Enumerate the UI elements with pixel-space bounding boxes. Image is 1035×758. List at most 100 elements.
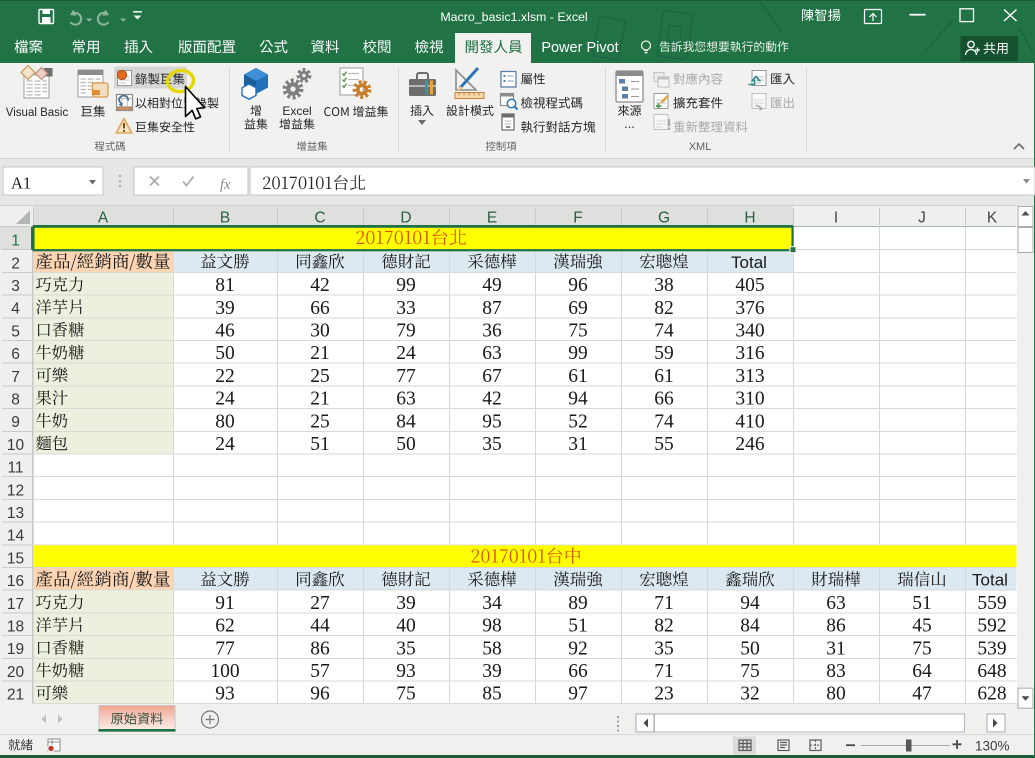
svg-text:64: 64 — [912, 661, 932, 682]
svg-text:19: 19 — [7, 641, 24, 658]
svg-text:51: 51 — [568, 616, 588, 637]
svg-text:95: 95 — [482, 411, 502, 432]
svg-text:23: 23 — [654, 684, 674, 705]
svg-text:36: 36 — [482, 321, 502, 342]
svg-text:42: 42 — [310, 275, 330, 296]
svg-text:22: 22 — [215, 366, 235, 387]
svg-text:82: 82 — [654, 298, 674, 319]
svg-text:93: 93 — [396, 661, 416, 682]
svg-text:405: 405 — [735, 275, 764, 296]
svg-text:85: 85 — [482, 684, 502, 705]
svg-text:XML: XML — [689, 141, 712, 153]
svg-text:Total: Total — [731, 253, 767, 272]
svg-text:246: 246 — [735, 434, 765, 455]
svg-text:G: G — [658, 210, 670, 227]
svg-text:32: 32 — [740, 684, 760, 705]
svg-text:77: 77 — [215, 638, 235, 659]
svg-text:I: I — [834, 210, 838, 227]
svg-text:51: 51 — [912, 593, 932, 614]
svg-text:74: 74 — [654, 321, 674, 342]
svg-text:18: 18 — [7, 619, 24, 636]
svg-text:51: 51 — [310, 434, 330, 455]
svg-text:80: 80 — [826, 684, 846, 705]
svg-text:Excel: Excel — [282, 104, 311, 118]
svg-text:14: 14 — [7, 528, 25, 545]
svg-text:91: 91 — [215, 593, 235, 614]
svg-text:69: 69 — [568, 298, 588, 319]
svg-text:30: 30 — [310, 321, 330, 342]
svg-text:25: 25 — [310, 366, 330, 387]
svg-text:316: 316 — [735, 343, 765, 364]
svg-text:66: 66 — [654, 389, 674, 410]
svg-text:7: 7 — [11, 369, 20, 386]
svg-text:79: 79 — [396, 321, 416, 342]
svg-text:10: 10 — [7, 437, 25, 454]
svg-text:63: 63 — [826, 593, 846, 614]
svg-text:648: 648 — [977, 661, 1006, 682]
svg-text:592: 592 — [977, 616, 1006, 637]
svg-text:61: 61 — [568, 366, 588, 387]
svg-text:25: 25 — [310, 411, 330, 432]
svg-text:27: 27 — [310, 593, 330, 614]
svg-text:84: 84 — [740, 616, 760, 637]
svg-text:J: J — [918, 210, 926, 227]
svg-text:66: 66 — [568, 661, 588, 682]
svg-text:94: 94 — [568, 389, 588, 410]
svg-text:82: 82 — [654, 616, 674, 637]
svg-text:55: 55 — [654, 434, 674, 455]
svg-text:61: 61 — [654, 366, 674, 387]
svg-text:340: 340 — [735, 321, 764, 342]
svg-text:H: H — [744, 210, 755, 227]
svg-text:66: 66 — [310, 298, 330, 319]
svg-text:50: 50 — [215, 343, 235, 364]
svg-text:75: 75 — [568, 321, 588, 342]
svg-text:...: ... — [624, 116, 635, 131]
svg-text:B: B — [220, 210, 230, 227]
svg-text:49: 49 — [482, 275, 502, 296]
svg-text:310: 310 — [735, 389, 764, 410]
svg-text:Macro_basic1.xlsm - Excel: Macro_basic1.xlsm - Excel — [440, 10, 587, 24]
svg-text:84: 84 — [396, 411, 416, 432]
svg-text:A: A — [98, 210, 109, 227]
svg-text:E: E — [487, 210, 497, 227]
svg-text:75: 75 — [912, 638, 932, 659]
svg-text:5: 5 — [11, 323, 20, 340]
svg-text:21: 21 — [310, 343, 330, 364]
svg-text:62: 62 — [215, 616, 235, 637]
svg-text:46: 46 — [215, 321, 235, 342]
svg-text:11: 11 — [7, 460, 23, 477]
svg-text:96: 96 — [310, 684, 330, 705]
svg-text:98: 98 — [482, 616, 502, 637]
svg-text:35: 35 — [396, 638, 416, 659]
svg-text:20: 20 — [7, 664, 25, 681]
svg-text:C: C — [314, 210, 325, 227]
svg-text:75: 75 — [396, 684, 416, 705]
svg-text:38: 38 — [654, 275, 674, 296]
svg-text:Visual Basic: Visual Basic — [6, 107, 69, 119]
svg-text:92: 92 — [568, 638, 588, 659]
svg-text:21: 21 — [7, 687, 24, 704]
svg-text:74: 74 — [654, 411, 674, 432]
svg-text:31: 31 — [826, 638, 846, 659]
svg-text:33: 33 — [396, 298, 416, 319]
svg-text:77: 77 — [396, 366, 416, 387]
svg-text:71: 71 — [654, 593, 674, 614]
svg-text:57: 57 — [310, 661, 330, 682]
svg-text:2: 2 — [11, 255, 20, 272]
svg-text:539: 539 — [977, 638, 1006, 659]
svg-text:42: 42 — [482, 389, 502, 410]
svg-text:67: 67 — [482, 366, 502, 387]
svg-text:97: 97 — [568, 684, 588, 705]
svg-text:376: 376 — [735, 298, 765, 319]
svg-text:100: 100 — [210, 661, 239, 682]
svg-text:83: 83 — [826, 661, 846, 682]
svg-text:Power Pivot: Power Pivot — [541, 40, 618, 56]
svg-text:80: 80 — [215, 411, 235, 432]
svg-text:86: 86 — [310, 638, 330, 659]
svg-text:63: 63 — [482, 343, 502, 364]
svg-text:12: 12 — [7, 482, 24, 499]
svg-text:24: 24 — [215, 389, 235, 410]
svg-text:52: 52 — [568, 411, 588, 432]
svg-text:16: 16 — [7, 573, 24, 590]
svg-text:87: 87 — [482, 298, 502, 319]
